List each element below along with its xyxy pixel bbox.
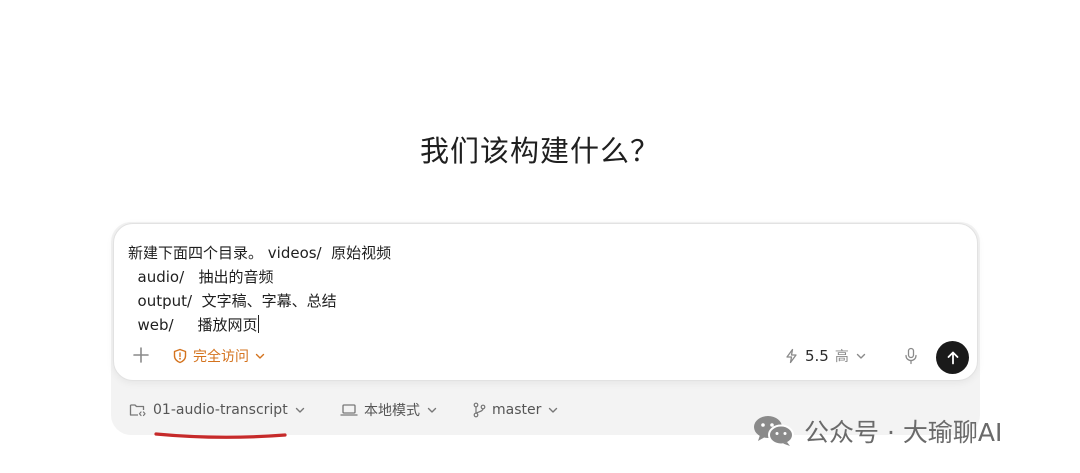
voice-input-button[interactable]	[901, 346, 921, 366]
composer: 新建下面四个目录。 videos/ 原始视频 audio/ 抽出的音频 outp…	[113, 223, 978, 381]
watermark-text: 公众号 · 大瑜聊AI	[804, 418, 1003, 447]
page: 我们该构建什么？ 新建下面四个目录。 videos/ 原始视频 audio/ 抽…	[0, 0, 1080, 473]
red-underline-annotation	[154, 432, 287, 439]
send-button[interactable]	[936, 341, 969, 374]
access-mode-button[interactable]: 完全访问	[172, 346, 266, 366]
folder-code-icon	[129, 404, 146, 417]
watermark: 公众号 · 大瑜聊AI	[752, 411, 1002, 451]
chevron-down-icon	[255, 353, 265, 359]
warning-shield-icon	[173, 348, 187, 364]
add-attachment-button[interactable]	[131, 345, 151, 365]
project-selector[interactable]: 01-audio-transcript	[129, 400, 306, 420]
model-version: 5.5	[805, 347, 829, 365]
prompt-line-4: web/ 播放网页	[128, 316, 258, 334]
chevron-down-icon	[856, 353, 866, 359]
reasoning-level: 高	[834, 349, 849, 365]
git-branch-icon	[473, 402, 486, 418]
prompt-line-2: audio/ 抽出的音频	[128, 268, 274, 286]
project-name: 01-audio-transcript	[153, 402, 288, 418]
arrow-up-icon	[947, 351, 958, 364]
wechat-icon	[754, 416, 794, 446]
mode-selector[interactable]: 本地模式	[340, 400, 438, 420]
plus-icon	[133, 347, 149, 363]
prompt-input[interactable]: 新建下面四个目录。 videos/ 原始视频 audio/ 抽出的音频 outp…	[128, 241, 391, 337]
access-mode-label: 完全访问	[193, 349, 249, 365]
chevron-down-icon	[295, 407, 304, 413]
text-caret	[258, 315, 260, 333]
prompt-line-3: output/ 文字稿、字幕、总结	[128, 292, 337, 310]
branch-selector[interactable]: master	[472, 400, 559, 420]
page-title: 我们该构建什么？	[419, 134, 660, 168]
mode-label: 本地模式	[364, 403, 420, 419]
chevron-down-icon	[427, 407, 437, 413]
branch-name: master	[492, 402, 542, 418]
model-selector[interactable]: 5.5 高	[784, 346, 867, 366]
laptop-icon	[340, 404, 358, 416]
microphone-icon	[905, 347, 917, 365]
lightning-icon	[786, 348, 797, 364]
chevron-down-icon	[549, 407, 558, 413]
prompt-line-1: 新建下面四个目录。 videos/ 原始视频	[128, 244, 392, 262]
